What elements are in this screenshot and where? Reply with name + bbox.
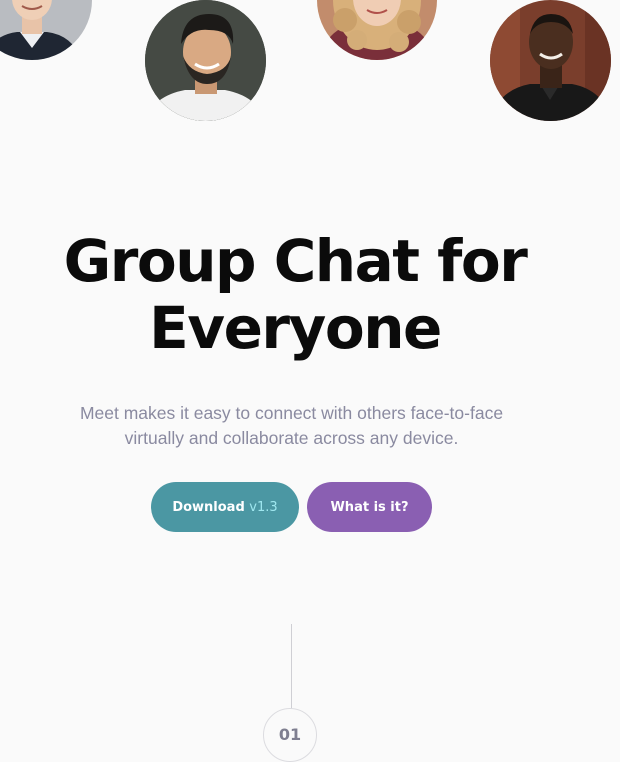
avatar-user-2: [145, 0, 266, 121]
hero-subtitle-line-1: Meet makes it easy to connect with other…: [79, 403, 504, 423]
section-divider-line: [291, 624, 292, 710]
person-photo-icon: [317, 0, 437, 60]
avatar-user-3: [317, 0, 437, 60]
hero-subtitle: Meet makes it easy to connect with other…: [0, 401, 583, 451]
hero-title: Group Chat for Everyone: [0, 228, 590, 362]
person-photo-icon: [145, 0, 266, 121]
person-photo-icon: [490, 0, 611, 121]
person-photo-icon: [0, 0, 92, 60]
hero-title-line-2: Everyone: [149, 294, 442, 362]
step-number: 01: [278, 725, 302, 744]
hero-title-line-1: Group Chat for: [63, 227, 528, 295]
avatar-user-4: [490, 0, 611, 121]
hero-subtitle-line-2: virtually and collaborate across any dev…: [124, 428, 459, 448]
download-button-label: Download: [172, 500, 245, 515]
download-button[interactable]: Download v1.3: [151, 482, 299, 532]
what-is-it-button[interactable]: What is it?: [307, 482, 432, 532]
download-version-label: v1.3: [249, 500, 278, 515]
avatar-user-1: [0, 0, 92, 60]
step-indicator: 01: [263, 708, 317, 762]
